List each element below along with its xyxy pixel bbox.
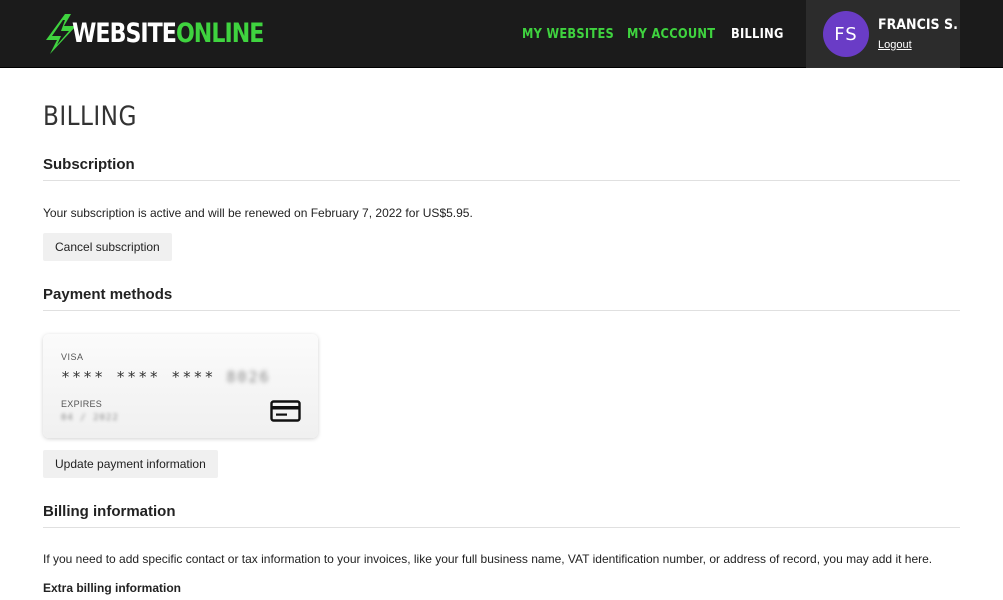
billing-information-heading: Billing information [43, 503, 176, 520]
card-brand: VISA [61, 352, 84, 362]
section-divider [43, 310, 960, 311]
nav-item-my-websites[interactable]: MY WEBSITES [522, 0, 627, 68]
top-navigation-bar: WEBSITEONLINE MY WEBSITES MY ACCOUNT BIL… [0, 0, 1003, 68]
payment-methods-heading: Payment methods [43, 286, 173, 303]
nav-link-my-account[interactable]: MY ACCOUNT [627, 27, 715, 42]
subscription-heading: Subscription [43, 156, 135, 173]
nav-item-my-account[interactable]: MY ACCOUNT [627, 0, 727, 68]
cancel-subscription-button[interactable]: Cancel subscription [43, 233, 172, 261]
card-number-masked: **** **** **** [61, 368, 216, 386]
nav-item-billing[interactable]: BILLING [731, 0, 791, 68]
card-last-four: 8026 [226, 368, 271, 386]
card-number: **** **** **** 8026 [61, 368, 271, 386]
section-divider [43, 180, 960, 181]
avatar[interactable]: FS [823, 11, 869, 57]
credit-card-icon [270, 400, 301, 422]
brand-part-2: ONLINE [175, 18, 264, 49]
logout-link[interactable]: Logout [878, 39, 912, 51]
user-menu: FS FRANCIS S. Logout [806, 0, 960, 68]
nav-link-my-websites[interactable]: MY WEBSITES [522, 27, 614, 42]
brand-wordmark: WEBSITEONLINE [72, 14, 264, 54]
billing-info-description: If you need to add specific contact or t… [43, 552, 933, 566]
user-name: FRANCIS S. [878, 17, 958, 33]
extra-billing-info-label: Extra billing information [43, 581, 182, 595]
subscription-status-text: Your subscription is active and will be … [43, 206, 473, 220]
card-expires-value: 04 / 2022 [61, 413, 119, 423]
payment-card[interactable]: VISA **** **** **** 8026 EXPIRES 04 / 20… [43, 334, 318, 438]
page-title: BILLING [43, 101, 137, 132]
update-payment-button[interactable]: Update payment information [43, 450, 218, 478]
brand-logo[interactable]: WEBSITEONLINE [44, 14, 305, 54]
brand-part-1: WEBSITE [72, 18, 177, 49]
nav-link-billing[interactable]: BILLING [731, 27, 784, 42]
card-expires-label: EXPIRES [61, 399, 103, 409]
section-divider [43, 527, 960, 528]
